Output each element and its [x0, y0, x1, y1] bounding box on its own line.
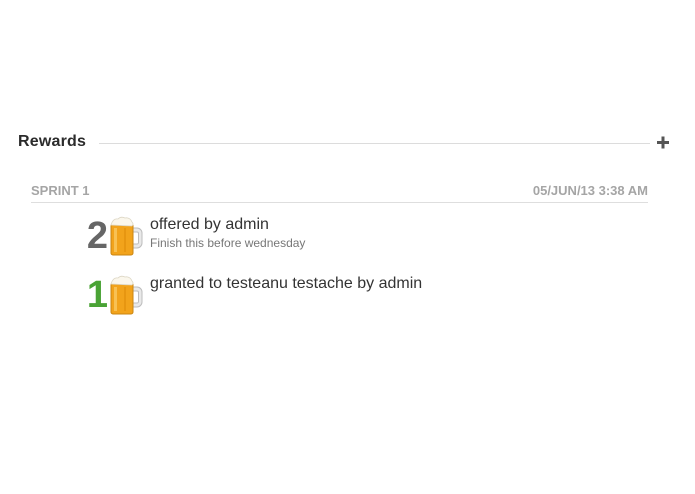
reward-note: Finish this before wednesday	[150, 236, 306, 250]
reward-item: 2 offered by admin Finish this before we…	[80, 214, 640, 258]
reward-count: 1	[86, 274, 108, 316]
sprint-timestamp: 05/JUN/13 3:38 AM	[532, 183, 648, 198]
reward-text: granted to testeanu testache by admin	[150, 274, 422, 294]
reward-item: 1 granted to testeanu testache by admin	[80, 273, 640, 317]
rewards-section-header: Rewards	[18, 131, 672, 155]
reward-text: offered by admin Finish this before wedn…	[150, 215, 305, 252]
sprint-name: SPRINT 1	[31, 183, 90, 198]
reward-title: granted to testeanu testache by admin	[150, 275, 423, 292]
section-title: Rewards	[18, 133, 87, 150]
section-divider	[99, 143, 650, 144]
beer-mug-icon	[110, 275, 143, 315]
reward-title: offered by admin	[150, 216, 269, 233]
beer-mug-icon	[110, 216, 143, 256]
sprint-group-header: SPRINT 1 05/JUN/13 3:38 AM	[31, 182, 648, 203]
add-reward-button[interactable]	[654, 131, 672, 153]
reward-count: 2	[86, 215, 108, 257]
plus-icon	[657, 136, 669, 149]
